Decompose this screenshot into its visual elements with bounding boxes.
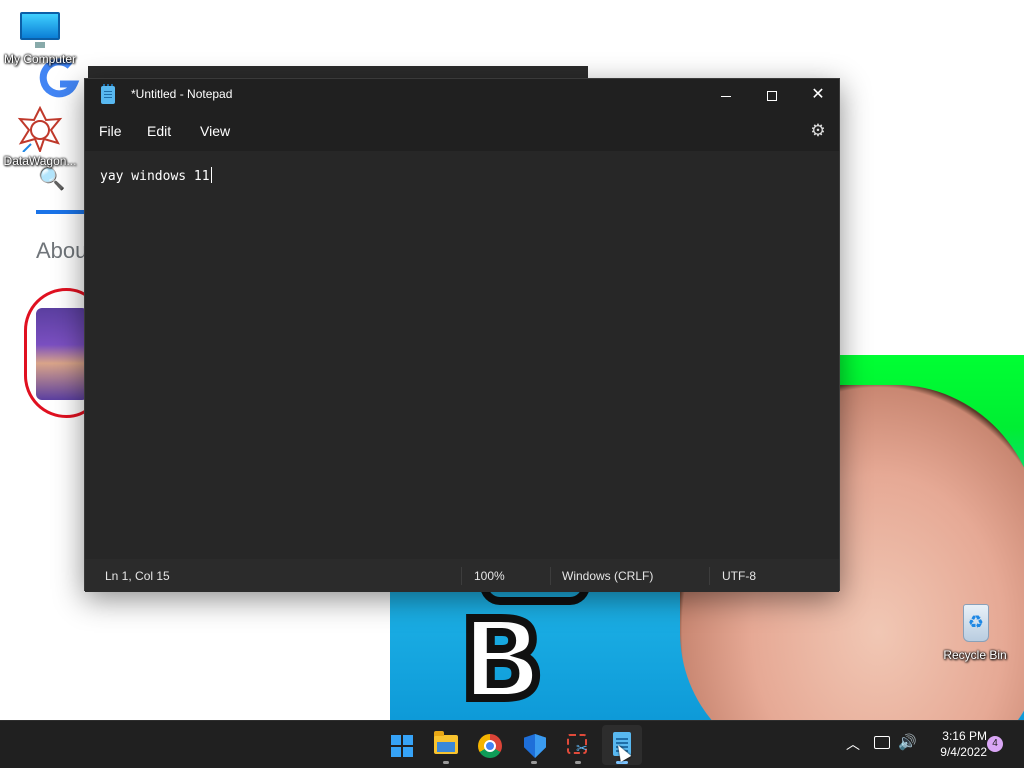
settings-gear-icon[interactable]: ⚙ bbox=[808, 121, 828, 141]
menu-file[interactable]: File bbox=[99, 123, 122, 139]
running-indicator bbox=[575, 761, 581, 764]
desktop-icon-label: DataWagon... bbox=[3, 154, 77, 168]
start-button[interactable] bbox=[382, 725, 422, 765]
search-icon: 🔍 bbox=[38, 166, 66, 191]
taskbar bbox=[0, 720, 1024, 768]
notification-badge[interactable]: 4 bbox=[987, 736, 1003, 752]
status-bar: Ln 1, Col 15 100% Windows (CRLF) UTF-8 bbox=[85, 559, 839, 592]
maximize-button[interactable] bbox=[749, 79, 795, 111]
notepad-app-icon bbox=[101, 84, 115, 104]
maximize-icon bbox=[767, 91, 777, 102]
monitor-icon bbox=[18, 10, 62, 50]
snip-icon bbox=[567, 734, 588, 757]
taskbar-file-explorer[interactable] bbox=[426, 725, 466, 765]
cursor-position: Ln 1, Col 15 bbox=[105, 569, 170, 583]
text-caret bbox=[210, 167, 212, 183]
about-text: Abou bbox=[36, 238, 88, 263]
text-editor-area[interactable]: yay windows 11 bbox=[85, 151, 839, 559]
running-indicator bbox=[531, 761, 537, 764]
network-icon[interactable] bbox=[874, 736, 890, 749]
shield-icon bbox=[524, 734, 546, 758]
clock-date: 9/4/2022 bbox=[940, 745, 987, 759]
menu-view[interactable]: View bbox=[200, 123, 230, 139]
editor-text: yay windows 11 bbox=[100, 169, 210, 184]
line-ending: Windows (CRLF) bbox=[562, 569, 654, 583]
clock[interactable]: 3:16 PM 9/4/2022 bbox=[925, 728, 987, 760]
chrome-icon bbox=[478, 734, 502, 758]
datawagon-icon bbox=[17, 106, 63, 152]
zoom-level: 100% bbox=[474, 569, 505, 583]
windows-start-icon bbox=[391, 735, 413, 757]
minimize-button[interactable] bbox=[703, 79, 749, 111]
taskbar-windows-security[interactable] bbox=[514, 725, 554, 765]
clock-time: 3:16 PM bbox=[942, 729, 987, 743]
show-hidden-icons-chevron-icon[interactable]: ︿ bbox=[846, 734, 860, 754]
notepad-window: *Untitled - Notepad ✕ File Edit View ⚙ y… bbox=[84, 78, 840, 592]
status-divider bbox=[461, 567, 462, 585]
desktop-icon-label: Recycle Bin bbox=[943, 648, 1007, 662]
status-divider bbox=[709, 567, 710, 585]
volume-icon[interactable]: 🔊 bbox=[898, 733, 917, 751]
taskbar-snipping-tool[interactable] bbox=[558, 725, 598, 765]
close-icon: ✕ bbox=[811, 86, 825, 103]
running-indicator bbox=[443, 761, 449, 764]
recycle-bin-icon: ♻ bbox=[955, 600, 995, 646]
minimize-icon bbox=[721, 95, 731, 97]
title-bar[interactable]: *Untitled - Notepad ✕ bbox=[85, 79, 839, 111]
desktop-icon-label: My Computer bbox=[3, 52, 77, 66]
logo-letter-b: B bbox=[456, 596, 548, 720]
menu-bar: File Edit View ⚙ bbox=[85, 111, 839, 151]
folder-icon bbox=[434, 731, 458, 754]
active-indicator bbox=[616, 761, 628, 764]
menu-edit[interactable]: Edit bbox=[147, 123, 171, 139]
encoding: UTF-8 bbox=[722, 569, 756, 583]
status-divider bbox=[550, 567, 551, 585]
taskbar-chrome[interactable] bbox=[470, 725, 510, 765]
desktop-icon-my-computer[interactable]: My Computer bbox=[0, 10, 80, 66]
editor-content[interactable]: yay windows 11 bbox=[100, 167, 212, 184]
window-title: *Untitled - Notepad bbox=[131, 87, 233, 101]
desktop-icon-datawagon[interactable]: DataWagon... bbox=[0, 106, 80, 168]
desktop-icon-recycle-bin[interactable]: ♻ Recycle Bin bbox=[935, 600, 1015, 662]
close-button[interactable]: ✕ bbox=[795, 79, 841, 111]
avatar-image bbox=[36, 308, 88, 400]
